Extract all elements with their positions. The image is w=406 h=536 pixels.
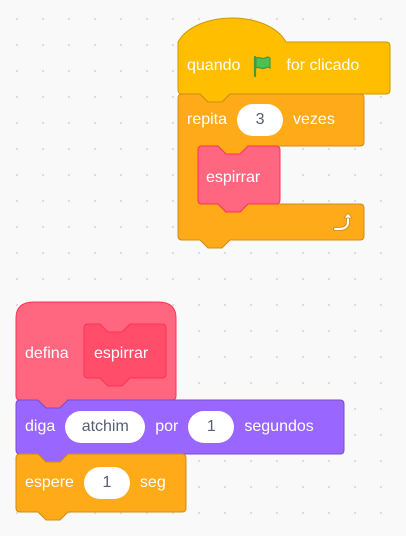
green-flag-icon — [250, 54, 274, 78]
espirrar-call-row: espirrar — [206, 164, 260, 192]
when-label: quando — [187, 57, 241, 74]
block-shapes — [15, 17, 391, 521]
define-proc-row: espirrar — [94, 342, 148, 366]
repeat-row: repita 3 vezes — [187, 104, 335, 136]
times-label: vezes — [293, 111, 335, 128]
loop-arrow-row — [330, 210, 354, 234]
say-secs-input[interactable]: 1 — [188, 411, 235, 443]
wait-secs-input[interactable]: 1 — [83, 467, 130, 499]
when-flag-clicked-row: quando for clicado — [187, 52, 359, 80]
espirrar-call-label: espirrar — [206, 169, 261, 186]
define-label-row: defina — [25, 342, 69, 366]
say-label: diga — [25, 418, 56, 435]
seconds-label: segundos — [244, 418, 314, 435]
clicked-label: for clicado — [286, 57, 360, 74]
code-workspace[interactable]: quando for clicado repita 3 vezes espirr… — [0, 0, 406, 536]
say-message-input[interactable]: atchim — [65, 411, 146, 443]
secs-label: seg — [139, 474, 166, 491]
repeat-label: repita — [187, 111, 228, 128]
loop-arrow-icon — [330, 210, 354, 234]
for-label: por — [155, 418, 179, 435]
repeat-times-input[interactable]: 3 — [237, 104, 284, 136]
define-proc-name: espirrar — [94, 345, 149, 362]
wait-label: espere — [25, 474, 74, 491]
define-label: defina — [25, 345, 69, 362]
say-for-secs-row: diga atchim por 1 segundos — [25, 411, 314, 443]
wait-row: espere 1 seg — [25, 467, 166, 499]
